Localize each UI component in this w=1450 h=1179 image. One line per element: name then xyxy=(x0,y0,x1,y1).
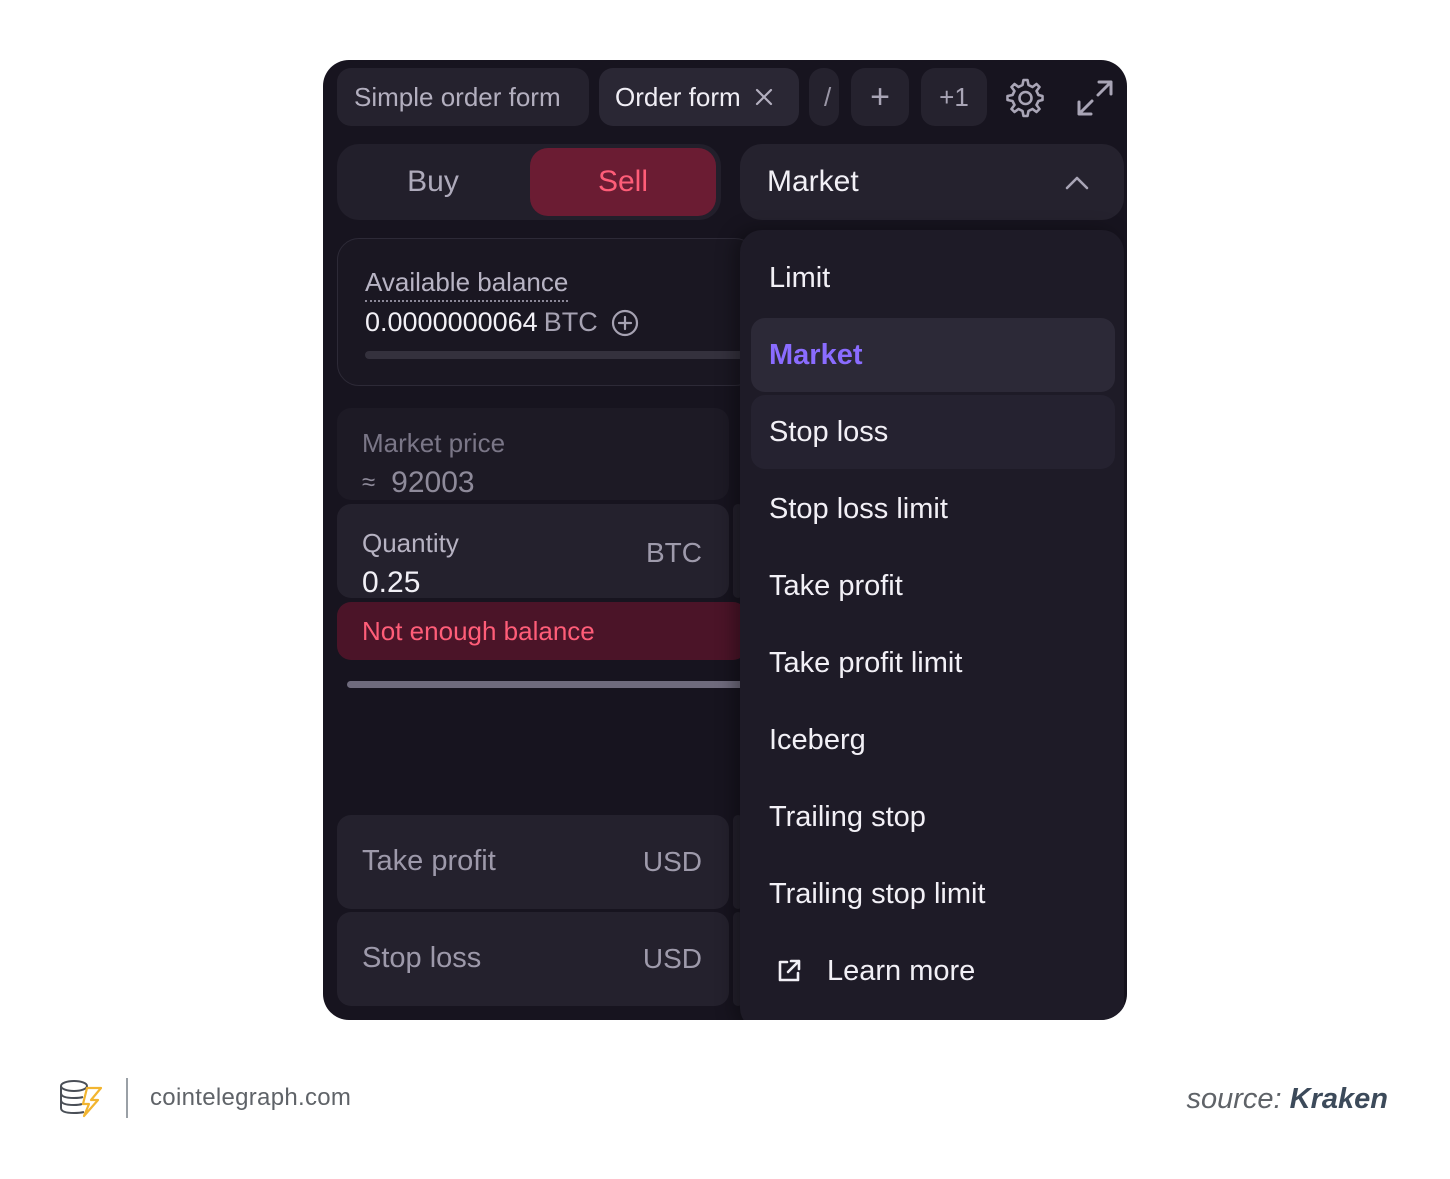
quantity-unit: BTC xyxy=(646,537,702,568)
error-message: Not enough balance xyxy=(337,602,747,660)
source-credit: source: Kraken xyxy=(1187,1083,1389,1116)
quantity-field[interactable]: Quantity 0.25 BTC xyxy=(337,504,729,600)
menu-item-trailing-stop-limit[interactable]: Trailing stop limit xyxy=(751,857,1115,931)
menu-item-iceberg[interactable]: Iceberg xyxy=(751,703,1115,777)
tab-simple-label: Simple order form xyxy=(354,81,561,112)
stop-loss-label: Stop loss xyxy=(362,942,482,974)
market-price-field: Market price ≈ 92003 xyxy=(337,408,729,500)
chevron-up-icon xyxy=(1065,176,1089,190)
quantity-label: Quantity xyxy=(362,528,459,558)
close-icon[interactable] xyxy=(753,86,775,108)
side-toggle: Buy Sell xyxy=(337,144,721,220)
stop-loss-field[interactable]: Stop loss USD xyxy=(337,912,729,1006)
menu-item-market[interactable]: Market xyxy=(751,318,1115,392)
market-price-value: 92003 xyxy=(391,466,475,499)
balance-label[interactable]: Available balance xyxy=(365,267,569,302)
add-tab-button[interactable]: + xyxy=(851,68,909,126)
sell-button[interactable]: Sell xyxy=(530,148,716,216)
balance-bar xyxy=(365,351,765,359)
more-tabs-count: +1 xyxy=(939,81,969,112)
balance-value: 0.0000000064 xyxy=(365,307,538,337)
order-type-menu: Limit Market Stop loss Stop loss limit T… xyxy=(740,230,1124,1020)
menu-item-take-profit-limit[interactable]: Take profit limit xyxy=(751,626,1115,700)
balance-value-row: 0.0000000064 BTC xyxy=(365,307,640,338)
approx-symbol: ≈ xyxy=(362,469,376,496)
menu-item-trailing-stop[interactable]: Trailing stop xyxy=(751,780,1115,854)
footer-divider xyxy=(126,1078,128,1118)
cointelegraph-logo-icon xyxy=(60,1080,103,1118)
quantity-slider[interactable] xyxy=(347,681,747,688)
take-profit-field[interactable]: Take profit USD xyxy=(337,815,729,909)
source-prefix: source: xyxy=(1186,1083,1282,1115)
more-tabs-button[interactable]: +1 xyxy=(921,68,987,126)
tab-simple-order-form[interactable]: Simple order form xyxy=(337,68,589,126)
menu-item-take-profit[interactable]: Take profit xyxy=(751,549,1115,623)
balance-box: Available balance 0.0000000064 BTC xyxy=(337,238,765,386)
order-form-panel: Simple order form Order form / + +1 Buy … xyxy=(323,60,1127,1020)
menu-item-stop-loss[interactable]: Stop loss xyxy=(751,395,1115,469)
market-price-value-row: ≈ 92003 xyxy=(362,466,475,500)
expand-icon[interactable] xyxy=(1075,78,1115,118)
tab-truncated[interactable]: / xyxy=(809,68,839,126)
take-profit-unit: USD xyxy=(642,846,702,877)
learn-more-label: Learn more xyxy=(827,954,976,987)
site-name: cointelegraph.com xyxy=(150,1084,352,1111)
menu-item-stop-loss-limit[interactable]: Stop loss limit xyxy=(751,472,1115,546)
external-link-icon xyxy=(778,959,801,982)
source-name: Kraken xyxy=(1289,1083,1388,1115)
tab-order-form[interactable]: Order form xyxy=(599,68,799,126)
market-price-label: Market price xyxy=(362,428,506,458)
tab-truncated-label: / xyxy=(824,81,832,112)
learn-more-link[interactable]: Learn more xyxy=(751,934,1115,1008)
take-profit-label: Take profit xyxy=(362,845,496,877)
balance-unit: BTC xyxy=(543,307,598,337)
gear-icon[interactable] xyxy=(1005,78,1045,118)
order-type-select[interactable]: Market xyxy=(740,144,1124,220)
menu-item-limit[interactable]: Limit xyxy=(751,241,1115,315)
order-type-value: Market xyxy=(767,165,859,198)
plus-icon: + xyxy=(870,77,890,116)
buy-button[interactable]: Buy xyxy=(337,144,529,220)
stop-loss-unit: USD xyxy=(642,943,702,974)
plus-circle-icon[interactable] xyxy=(610,308,640,338)
tab-order-label: Order form xyxy=(615,81,741,112)
quantity-input[interactable]: 0.25 xyxy=(362,566,420,600)
